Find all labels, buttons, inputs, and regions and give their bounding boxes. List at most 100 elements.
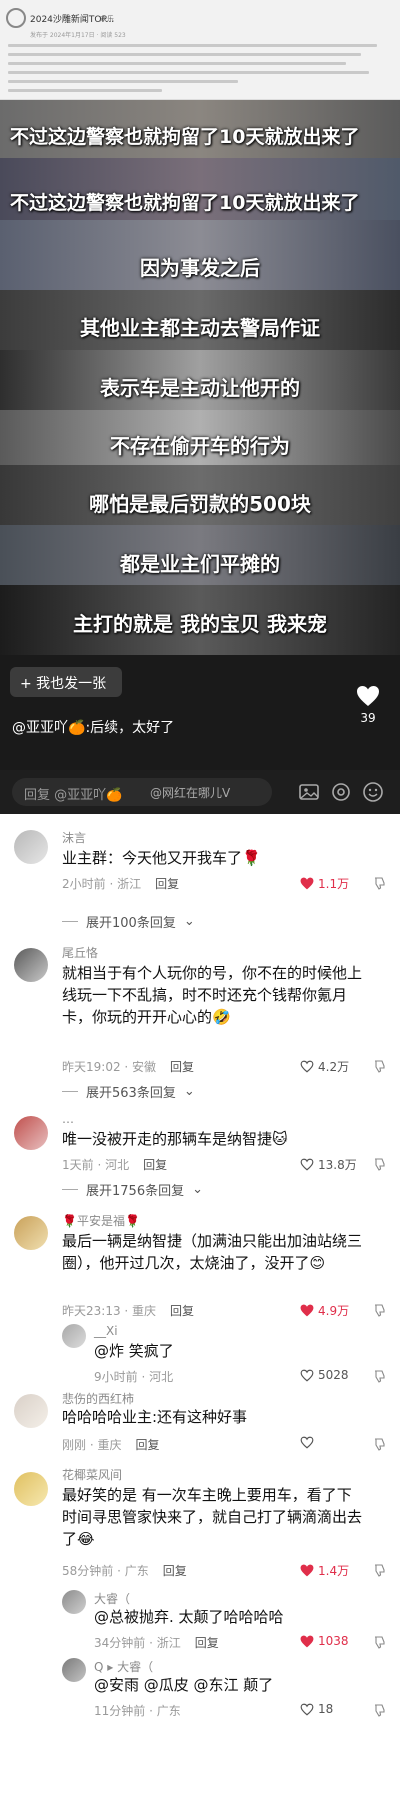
comment-time: 2小时前 · 浙江 [62,877,142,891]
comment-username[interactable]: 沫言 [62,829,86,846]
comment-text: 哈哈哈哈业主:还有这种好事 [62,1408,248,1426]
like-count: 4.9万 [318,1304,350,1318]
subtitle-7: 哪怕是最后罚款的500块 [89,492,311,516]
avatar[interactable] [14,1216,48,1250]
subtitle-1: 不过这边警察也就拘留了10天就放出来了 [10,126,360,148]
heart-outline-icon [300,1369,314,1381]
comment-text: 业主群：今天他又开我车了🌹 [62,849,261,867]
comment-meta: 刚刚 · 重庆 回复 [62,1436,159,1453]
subtitle-9: 主打的就是 我的宝贝 我来宠 [73,612,327,636]
video-comment-user[interactable]: @亚亚吖🍊 [12,720,85,736]
avatar[interactable] [14,1116,48,1150]
reply-bar: 回复 @亚亚吖🍊 @网红在哪儿V [0,770,400,814]
comment-time: 1天前 · 河北 [62,1158,130,1172]
avatar[interactable] [62,1658,86,1682]
like-count: 4.2万 [318,1060,350,1074]
comment-meta: 2小时前 · 浙江 回复 [62,875,179,892]
like-count: 13.8万 [318,1158,357,1172]
dislike-icon[interactable] [372,1059,386,1073]
like-button[interactable] [300,1436,314,1449]
comment-time: 11分钟前 · 广东 [94,1704,181,1718]
dislike-icon[interactable] [372,1157,386,1171]
like-button[interactable]: 1.1万 [300,875,349,892]
repost-button[interactable]: + 我也发一张 [10,667,122,697]
reply-button[interactable]: 回复 [170,1304,194,1318]
heart-icon [300,877,314,890]
expand-replies[interactable]: 展开100条回复 ⌄ [62,912,195,931]
expand-replies[interactable]: 展开563条回复 ⌄ [62,1082,195,1101]
avatar[interactable] [14,1472,48,1506]
dislike-icon[interactable] [372,1369,386,1383]
reply-button[interactable]: 回复 [155,877,179,891]
heart-icon[interactable] [356,685,380,707]
comment-username[interactable]: 花椰菜风间 [62,1466,122,1483]
heart-icon [300,1564,314,1577]
comment-username[interactable]: 悲伤的西红柿 [62,1390,134,1407]
comment-time: 刚刚 · 重庆 [62,1438,122,1452]
emoji-icon[interactable] [362,781,384,803]
like-button[interactable]: 1.4万 [300,1562,349,1579]
like-button[interactable]: 1038 [300,1634,349,1648]
like-count: 1038 [318,1634,349,1648]
video-bottom-overlay: + 我也发一张 @亚亚吖🍊:后续，太好了 39 [0,655,400,770]
subtitle-8: 都是业主们平摊的 [120,552,280,576]
comment-username[interactable]: 🌹平安是福🌹 [62,1212,140,1229]
like-button[interactable]: 4.9万 [300,1302,349,1319]
subtitle-2: 不过这边警察也就拘留了10天就放出来了 [10,192,360,214]
comment-time: 58分钟前 · 广东 [62,1564,149,1578]
subtitle-6: 不存在偷开车的行为 [110,434,290,458]
comment-meta: 昨天19:02 · 安徽 回复 [62,1058,194,1075]
expand-replies[interactable]: 展开1756条回复 ⌄ [62,1180,203,1199]
dislike-icon[interactable] [372,1303,386,1317]
avatar[interactable] [62,1590,86,1614]
like-count: 1.1万 [318,877,350,891]
subtitle-4: 其他业主都主动去警局作证 [80,316,320,340]
reply-button[interactable]: 回复 [163,1564,187,1578]
reply-button[interactable]: 回复 [170,1060,194,1074]
comment-username[interactable]: 尾丘恪 [62,944,98,961]
heart-icon [300,1635,314,1647]
like-button[interactable]: 5028 [300,1368,349,1382]
avatar[interactable] [14,1394,48,1428]
comment-time: 昨天23:13 · 重庆 [62,1304,157,1318]
comment-time: 昨天19:02 · 安徽 [62,1060,157,1074]
like-button[interactable]: 18 [300,1702,333,1716]
reply-input[interactable]: 回复 @亚亚吖🍊 [12,778,272,806]
like-button[interactable]: 4.2万 [300,1058,349,1075]
subtitle-5: 表示车是主动让他开的 [100,376,300,400]
avatar[interactable] [14,830,48,864]
avatar[interactable] [14,948,48,982]
article-body [8,44,392,98]
comment-text: 最好笑的是 有一次车主晚上要用车，看了下时间寻思管家快来了，就自己打了辆滴滴出去… [62,1486,363,1548]
dislike-icon[interactable] [372,1437,386,1451]
comment-username[interactable]: Q ▸ 大睿（ [94,1658,153,1675]
dislike-icon[interactable] [372,876,386,890]
like-count: 18 [318,1702,334,1716]
image-icon[interactable] [298,781,320,803]
comment-username[interactable]: … [62,1112,74,1126]
comment-username[interactable]: 大睿（ [94,1590,130,1607]
reply-button[interactable]: 回复 [135,1438,159,1452]
comment-time: 9小时前 · 河北 [94,1370,174,1384]
like-count: 1.4万 [318,1564,350,1578]
article-tag: 欢乐 [100,15,114,23]
comment-text: @安雨 @瓜皮 @东江 颠了 [94,1676,274,1694]
comment-meta: 58分钟前 · 广东 回复 [62,1562,187,1579]
article-screenshot: 2024沙雕新闻TOP... 欢乐 发布于 2024年1月17日 · 阅读 52… [0,0,400,100]
dislike-icon[interactable] [372,1703,386,1717]
comment-text: 就相当于有个人玩你的号，你不在的时候他上线玩一下不乱搞，时不时还充个钱帮你氪月卡… [62,964,363,1026]
comment-text: 唯一没被开走的那辆车是纳智捷🐱 [62,1130,288,1148]
comment-text: 最后一辆是纳智捷（加满油只能出加油站绕三圈），他开过几次，太烧油了，没开了😊 [62,1232,363,1272]
like-button[interactable]: 13.8万 [300,1156,357,1173]
heart-outline-icon [300,1436,314,1449]
reply-button[interactable]: 回复 [143,1158,167,1172]
dislike-icon[interactable] [372,1635,386,1649]
dislike-icon[interactable] [372,1563,386,1577]
subtitle-3: 因为事发之后 [140,256,260,280]
comment-time: 34分钟前 · 浙江 [94,1636,181,1650]
reply-button[interactable]: 回复 [195,1636,219,1650]
comment-username[interactable]: __Xi [94,1324,118,1338]
video-comment-text: :后续，太好了 [85,720,175,736]
at-icon[interactable] [330,781,352,803]
avatar[interactable] [62,1324,86,1348]
